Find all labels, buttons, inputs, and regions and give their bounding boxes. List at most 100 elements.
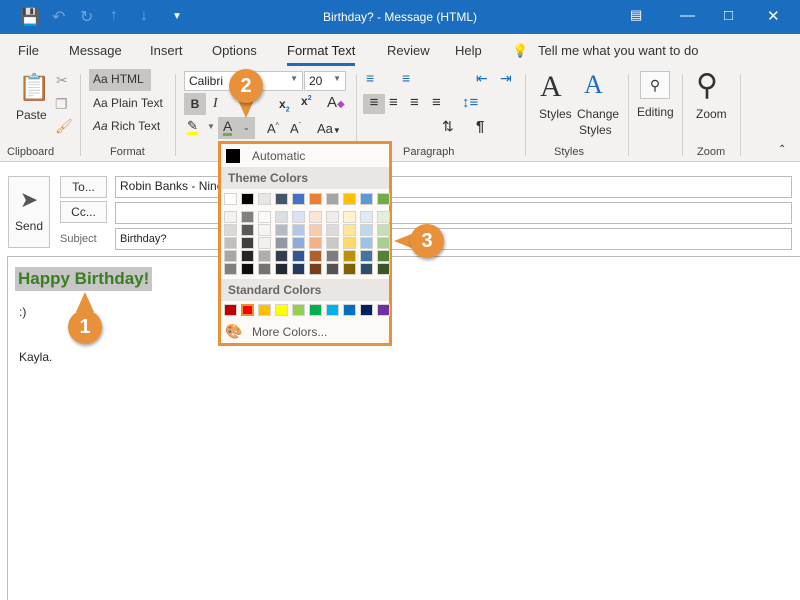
theme-color-shade-swatch[interactable] — [343, 263, 356, 275]
theme-color-swatch[interactable] — [343, 193, 356, 205]
send-button[interactable]: ➤ Send — [8, 176, 50, 248]
theme-color-swatch[interactable] — [360, 193, 373, 205]
standard-color-swatch[interactable] — [292, 304, 305, 316]
standard-color-swatch[interactable] — [275, 304, 288, 316]
theme-color-shade-swatch[interactable] — [224, 224, 237, 236]
theme-color-shade-swatch[interactable] — [309, 250, 322, 262]
highlight-dropdown-icon[interactable]: ▼ — [207, 122, 215, 131]
standard-color-swatch[interactable] — [377, 304, 390, 316]
theme-color-swatch[interactable] — [292, 193, 305, 205]
tab-file[interactable]: File — [18, 43, 39, 58]
message-body[interactable] — [7, 256, 800, 600]
paste-icon[interactable]: 📋 — [18, 72, 50, 103]
bullets-icon[interactable]: ≡ — [366, 70, 374, 86]
numbering-icon[interactable]: ≡ — [402, 70, 410, 86]
font-size-dropdown[interactable]: 20 ▼ — [304, 71, 346, 91]
theme-color-swatch[interactable] — [309, 193, 322, 205]
paste-button[interactable]: Paste — [16, 108, 47, 122]
theme-color-shade-swatch[interactable] — [309, 224, 322, 236]
theme-color-shade-swatch[interactable] — [241, 237, 254, 249]
to-button[interactable]: To... — [60, 176, 107, 198]
more-colors-option[interactable]: More Colors... — [252, 325, 327, 339]
tab-message[interactable]: Message — [69, 43, 122, 58]
theme-color-shade-swatch[interactable] — [343, 224, 356, 236]
ribbon-display-icon[interactable]: ▤ — [630, 7, 642, 23]
cc-button[interactable]: Cc... — [60, 201, 107, 223]
tell-me-search[interactable]: Tell me what you want to do — [538, 43, 698, 58]
theme-color-shade-swatch[interactable] — [258, 224, 271, 236]
automatic-swatch[interactable] — [226, 149, 240, 163]
close-icon[interactable]: ✕ — [767, 7, 780, 25]
theme-color-shade-swatch[interactable] — [292, 211, 305, 223]
theme-color-shade-swatch[interactable] — [241, 263, 254, 275]
theme-color-shade-swatch[interactable] — [360, 250, 373, 262]
theme-color-shade-swatch[interactable] — [224, 250, 237, 262]
theme-color-swatch[interactable] — [258, 193, 271, 205]
tab-review[interactable]: Review — [387, 43, 430, 58]
standard-color-swatch[interactable] — [258, 304, 271, 316]
styles-button[interactable]: Styles — [539, 107, 572, 121]
theme-color-swatch[interactable] — [326, 193, 339, 205]
theme-color-shade-swatch[interactable] — [377, 211, 390, 223]
theme-color-shade-swatch[interactable] — [241, 224, 254, 236]
theme-color-shade-swatch[interactable] — [326, 250, 339, 262]
editing-button[interactable]: Editing — [637, 105, 674, 119]
theme-color-shade-swatch[interactable] — [326, 237, 339, 249]
clear-formatting-icon[interactable]: A◆ — [327, 94, 345, 111]
bold-button[interactable]: B — [184, 93, 206, 115]
format-plain-text-button[interactable]: Aa Plain Text — [93, 96, 163, 110]
theme-color-shade-swatch[interactable] — [326, 263, 339, 275]
highlighter-icon[interactable]: ✎ — [187, 119, 198, 135]
theme-color-shade-swatch[interactable] — [241, 211, 254, 223]
editing-search-icon[interactable]: ⚲ — [640, 71, 670, 99]
zoom-icon[interactable]: ⚲ — [696, 68, 718, 103]
minimize-icon[interactable]: — — [680, 7, 695, 24]
cut-icon[interactable]: ✂ — [56, 72, 68, 89]
theme-color-shade-swatch[interactable] — [377, 263, 390, 275]
justify-icon[interactable]: ≡ — [432, 94, 441, 111]
collapse-ribbon-icon[interactable]: ⌃ — [778, 144, 786, 155]
maximize-icon[interactable]: □ — [724, 7, 733, 24]
align-right-icon[interactable]: ≡ — [410, 94, 419, 111]
standard-color-swatch[interactable] — [241, 304, 254, 316]
theme-color-shade-swatch[interactable] — [360, 224, 373, 236]
theme-color-shade-swatch[interactable] — [309, 237, 322, 249]
theme-color-shade-swatch[interactable] — [224, 263, 237, 275]
theme-color-shade-swatch[interactable] — [360, 211, 373, 223]
italic-button[interactable]: I — [213, 96, 218, 112]
tab-help[interactable]: Help — [455, 43, 482, 58]
change-case-button[interactable]: Aa▼ — [317, 121, 341, 136]
change-styles-button[interactable]: Change — [577, 107, 619, 121]
format-html-button[interactable]: Aa HTML — [89, 69, 151, 91]
superscript-button[interactable]: x2 — [301, 94, 312, 108]
theme-color-shade-swatch[interactable] — [343, 250, 356, 262]
font-color-dropdown-icon[interactable]: ⌄ — [243, 123, 250, 132]
standard-color-swatch[interactable] — [326, 304, 339, 316]
theme-color-shade-swatch[interactable] — [292, 224, 305, 236]
theme-color-shade-swatch[interactable] — [241, 250, 254, 262]
theme-color-shade-swatch[interactable] — [360, 263, 373, 275]
theme-color-shade-swatch[interactable] — [292, 250, 305, 262]
increase-indent-icon[interactable]: ⇥ — [500, 70, 512, 87]
automatic-option[interactable]: Automatic — [252, 149, 305, 163]
theme-color-swatch[interactable] — [241, 193, 254, 205]
theme-color-shade-swatch[interactable] — [326, 224, 339, 236]
theme-color-shade-swatch[interactable] — [258, 263, 271, 275]
show-formatting-icon[interactable]: ¶ — [476, 118, 484, 135]
grow-font-button[interactable]: A^ — [267, 121, 279, 136]
copy-icon[interactable]: ❐ — [55, 96, 68, 113]
cc-field[interactable] — [115, 202, 792, 224]
theme-color-shade-swatch[interactable] — [292, 237, 305, 249]
theme-color-shade-swatch[interactable] — [258, 237, 271, 249]
theme-color-swatch[interactable] — [224, 193, 237, 205]
theme-color-shade-swatch[interactable] — [343, 211, 356, 223]
tab-format-text[interactable]: Format Text — [287, 43, 356, 66]
theme-color-shade-swatch[interactable] — [377, 250, 390, 262]
standard-color-swatch[interactable] — [309, 304, 322, 316]
theme-color-shade-swatch[interactable] — [275, 237, 288, 249]
styles-icon[interactable]: A — [540, 70, 562, 104]
theme-color-swatch[interactable] — [377, 193, 390, 205]
align-left-icon[interactable]: ≡ — [363, 94, 385, 114]
theme-color-shade-swatch[interactable] — [309, 211, 322, 223]
theme-color-shade-swatch[interactable] — [309, 263, 322, 275]
